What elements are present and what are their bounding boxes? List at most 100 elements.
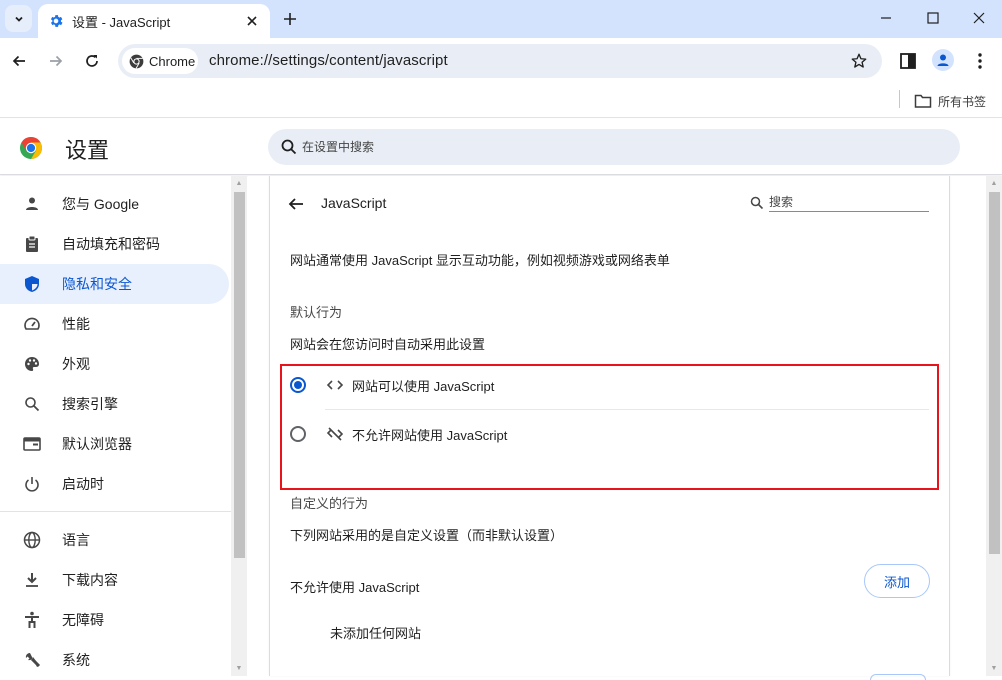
radio-allow-javascript[interactable]: 网站可以使用 JavaScript [290, 365, 930, 405]
more-menu-icon[interactable] [972, 51, 988, 71]
custom-behavior-subtitle: 下列网站采用的是自定义设置（而非默认设置） [290, 528, 564, 543]
site-info-label: Chrome [149, 53, 196, 69]
sidebar-item-label: 无障碍 [62, 612, 104, 628]
profile-button[interactable] [932, 49, 954, 71]
arrow-left-icon [12, 55, 25, 67]
avatar-icon [937, 54, 949, 66]
default-behavior-subtitle: 网站会在您访问时自动采用此设置 [290, 337, 486, 352]
back-button[interactable] [8, 50, 30, 72]
search-icon [750, 196, 764, 210]
settings-search-input[interactable] [302, 140, 902, 154]
javascript-settings-card: JavaScript 网站通常使用 JavaScript 显示互动功能，例如视频… [269, 176, 950, 680]
settings-title: 设置 [65, 138, 110, 163]
radio-label: 不允许网站使用 JavaScript [352, 427, 508, 443]
sidebar-item-system[interactable]: 系统 [0, 640, 229, 680]
sidebar-item-autofill[interactable]: 自动填充和密码 [0, 224, 229, 264]
person-icon [22, 194, 42, 214]
clipboard-icon [22, 234, 42, 254]
page-heading: JavaScript [321, 195, 387, 211]
bookmarks-separator [899, 90, 900, 108]
empty-list-text: 未添加任何网站 [330, 626, 422, 641]
sidebar-item-privacy[interactable]: 隐私和安全 [0, 264, 229, 304]
sidebar-item-search-engine[interactable]: 搜索引擎 [0, 384, 229, 424]
sidebar-item-label: 外观 [62, 356, 90, 372]
sidebar-item-default-browser[interactable]: 默认浏览器 [0, 424, 229, 464]
code-icon [326, 380, 344, 390]
maximize-button[interactable] [921, 8, 945, 28]
side-panel-icon[interactable] [899, 52, 917, 70]
radio-label: 网站可以使用 JavaScript [352, 378, 495, 394]
scroll-down-arrow-icon[interactable]: ▼ [234, 664, 244, 674]
add-site-button[interactable]: 添加 [864, 564, 930, 598]
back-arrow-icon[interactable] [286, 194, 306, 214]
radio-button-checked[interactable] [290, 377, 306, 393]
minimize-icon [881, 17, 891, 19]
shield-icon [22, 274, 42, 294]
bookmarks-bar: 所有书签 [0, 84, 1002, 118]
power-icon [22, 474, 42, 494]
tab-search-button[interactable] [5, 5, 32, 32]
close-tab-icon[interactable] [244, 13, 260, 29]
all-bookmarks-button[interactable]: 所有书签 [914, 90, 986, 112]
sidebar-item-appearance[interactable]: 外观 [0, 344, 229, 384]
main-scrollbar[interactable]: ▲ ▼ [986, 176, 1002, 676]
chrome-logo-icon [129, 54, 144, 69]
sidebar-item-downloads[interactable]: 下载内容 [0, 560, 229, 600]
bookmark-star-icon[interactable] [850, 52, 868, 70]
sidebar-item-languages[interactable]: 语言 [0, 520, 229, 560]
plus-icon [284, 13, 296, 25]
reload-icon [86, 55, 98, 67]
sidebar-item-label: 启动时 [62, 476, 104, 492]
tab-title: 设置 - JavaScript [72, 14, 171, 30]
sidebar-item-label: 性能 [62, 316, 90, 332]
reload-button[interactable] [81, 50, 103, 72]
site-search-input[interactable] [769, 193, 929, 212]
close-icon [973, 12, 985, 24]
active-tab[interactable]: 设置 - JavaScript [38, 4, 270, 38]
sidebar-item-label: 自动填充和密码 [62, 236, 160, 252]
maximize-icon [927, 12, 939, 24]
sidebar-item-label: 下载内容 [62, 572, 118, 588]
code-off-icon [326, 427, 344, 441]
sidebar-item-performance[interactable]: 性能 [0, 304, 229, 344]
title-bar: 设置 - JavaScript [0, 0, 1002, 38]
scroll-up-arrow-icon[interactable]: ▲ [989, 179, 999, 189]
minimize-button[interactable] [874, 8, 898, 28]
close-window-button[interactable] [967, 8, 991, 28]
site-info-chip[interactable]: Chrome [122, 48, 198, 74]
settings-search-box[interactable] [268, 129, 960, 165]
option-divider [325, 409, 929, 410]
sidebar-scrollbar[interactable]: ▲ ▼ [231, 176, 247, 676]
sidebar-item-label: 系统 [62, 652, 90, 668]
toolbar: Chrome chrome://settings/content/javascr… [0, 38, 1002, 84]
scroll-up-arrow-icon[interactable]: ▲ [234, 179, 244, 189]
custom-behavior-title: 自定义的行为 [290, 496, 369, 511]
url-text[interactable]: chrome://settings/content/javascript [209, 52, 448, 69]
sidebar-scrollbar-thumb[interactable] [234, 192, 245, 558]
arrow-right-icon [50, 55, 63, 67]
settings-sidebar: 您与 Google 自动填充和密码 隐私和安全 性能 外观 搜索引擎 默认浏览器… [0, 176, 232, 676]
sidebar-item-accessibility[interactable]: 无障碍 [0, 600, 229, 640]
add-site-button-partial[interactable] [870, 674, 926, 680]
chevron-down-icon [14, 16, 23, 22]
scroll-down-arrow-icon[interactable]: ▼ [989, 664, 999, 674]
sidebar-item-on-startup[interactable]: 启动时 [0, 464, 229, 504]
new-tab-button[interactable] [280, 9, 300, 29]
blocked-list-title: 不允许使用 JavaScript [290, 580, 420, 595]
site-search-box[interactable] [750, 193, 930, 213]
sidebar-item-label: 您与 Google [62, 196, 140, 212]
default-behavior-title: 默认行为 [290, 305, 343, 320]
forward-button[interactable] [45, 50, 67, 72]
speedometer-icon [22, 314, 42, 334]
radio-button-unchecked[interactable] [290, 426, 306, 442]
address-bar[interactable]: Chrome chrome://settings/content/javascr… [118, 44, 882, 78]
palette-icon [22, 354, 42, 374]
download-icon [22, 570, 42, 590]
page-description: 网站通常使用 JavaScript 显示互动功能，例如视频游戏或网络表单 [290, 253, 670, 268]
main-scrollbar-thumb[interactable] [989, 192, 1000, 554]
chrome-logo-icon [20, 137, 42, 159]
browser-window-icon [22, 434, 42, 454]
sidebar-item-you-and-google[interactable]: 您与 Google [0, 184, 229, 224]
sidebar-item-label: 默认浏览器 [62, 436, 132, 452]
radio-block-javascript[interactable]: 不允许网站使用 JavaScript [290, 414, 930, 454]
